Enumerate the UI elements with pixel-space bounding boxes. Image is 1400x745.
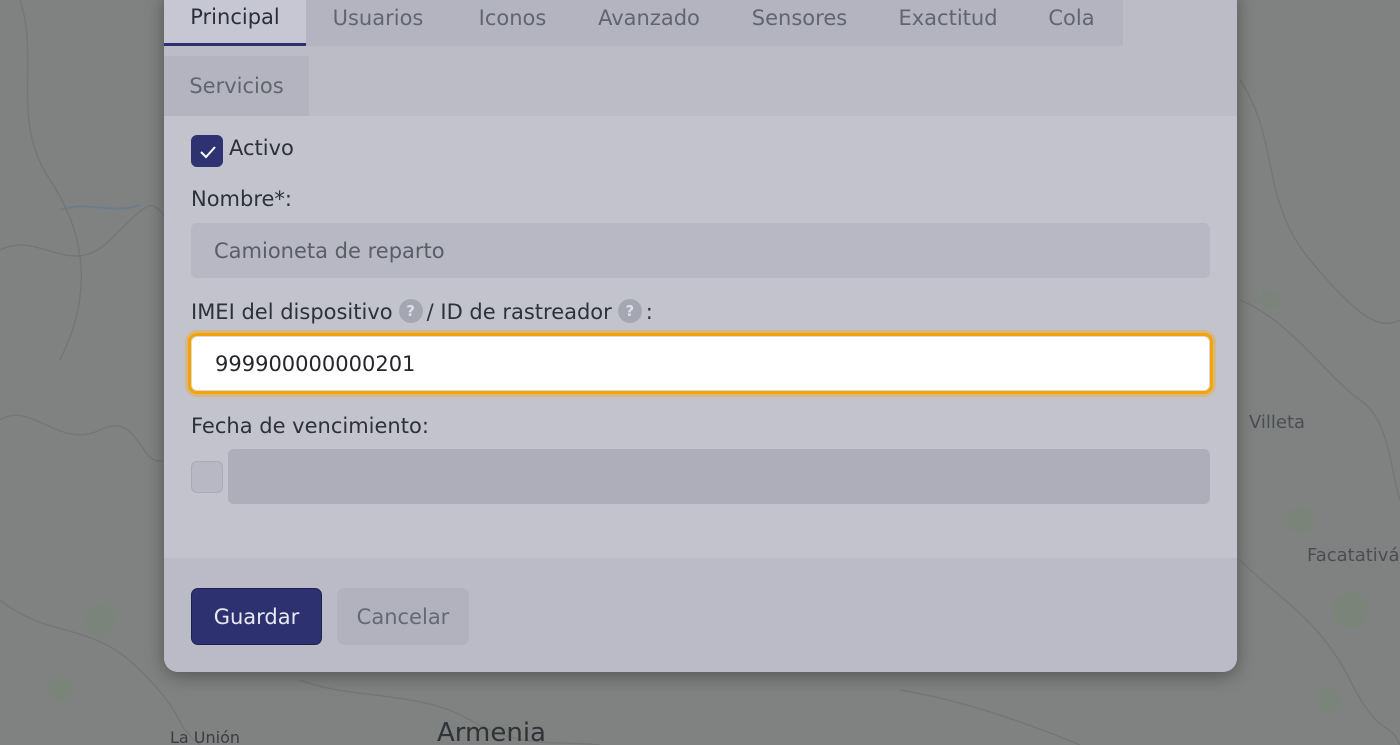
save-button[interactable]: Guardar (191, 588, 322, 645)
tab-servicios[interactable]: Servicios (164, 56, 309, 116)
map-label-villeta: Villeta (1249, 412, 1306, 433)
expiry-date-field[interactable] (228, 449, 1210, 504)
device-edit-dialog: Principal Usuarios Iconos Avanzado Senso… (164, 0, 1237, 672)
imei-input[interactable]: 999900000000201 (191, 336, 1210, 391)
active-checkbox[interactable] (191, 135, 223, 167)
check-icon (200, 146, 216, 159)
tab-exactitud[interactable]: Exactitud (876, 0, 1020, 46)
tab-sensores[interactable]: Sensores (723, 0, 876, 46)
map-label-facatativa: Facatativá (1307, 545, 1400, 566)
name-label: Nombre*: (191, 187, 293, 211)
tab-avanzado[interactable]: Avanzado (575, 0, 723, 46)
help-icon[interactable]: ? (398, 299, 423, 323)
imei-label: IMEI del dispositivo (191, 300, 393, 324)
tab-principal[interactable]: Principal (164, 0, 306, 46)
label-colon: : (645, 300, 653, 324)
tab-iconos[interactable]: Iconos (450, 0, 575, 46)
imei-label-row: IMEI del dispositivo? / ID de rastreador?… (191, 299, 653, 324)
tab-cola[interactable]: Cola (1020, 0, 1123, 46)
cancel-button[interactable]: Cancelar (337, 588, 469, 645)
expiry-label: Fecha de vencimiento: (191, 414, 429, 438)
help-icon[interactable]: ? (617, 299, 642, 323)
form-body: Activo Nombre*: Camioneta de reparto IME… (164, 116, 1237, 558)
expiry-checkbox[interactable] (191, 461, 223, 493)
map-label-armenia: Armenia (437, 718, 546, 745)
map-label-la-union: La Unión (170, 728, 241, 745)
dialog-footer: Guardar Cancelar (164, 558, 1237, 672)
active-label: Activo (229, 136, 294, 160)
tracker-id-label: / ID de rastreador (426, 300, 612, 324)
name-field[interactable]: Camioneta de reparto (191, 223, 1210, 278)
tab-bar: Principal Usuarios Iconos Avanzado Senso… (164, 0, 1237, 116)
tab-usuarios[interactable]: Usuarios (306, 0, 450, 46)
